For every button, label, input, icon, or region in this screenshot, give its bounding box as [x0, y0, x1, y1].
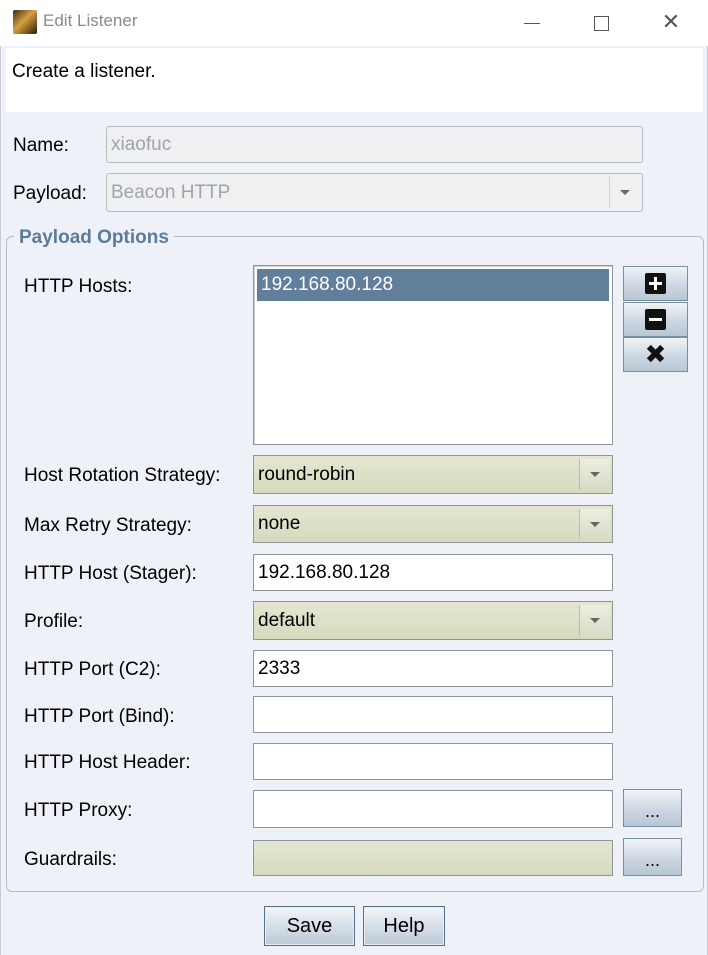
description-text: Create a listener. — [12, 61, 156, 82]
http-hosts-list[interactable]: 192.168.80.128 — [253, 265, 613, 445]
minimize-icon — [524, 22, 540, 24]
guardrails-config-button[interactable]: ... — [623, 838, 682, 876]
clear-icon: ✖ — [644, 339, 667, 370]
close-button[interactable]: ✕ — [636, 0, 706, 46]
profile-label: Profile: — [24, 611, 84, 632]
port-bind-field[interactable] — [253, 696, 613, 733]
help-button[interactable]: Help — [363, 906, 445, 946]
chevron-down-icon — [579, 509, 610, 539]
port-c2-field[interactable]: 2333 — [253, 650, 613, 687]
host-rotation-label: Host Rotation Strategy: — [24, 465, 221, 486]
host-header-label: HTTP Host Header: — [24, 752, 191, 773]
proxy-config-button[interactable]: ... — [623, 789, 682, 827]
payload-options-title: Payload Options — [14, 227, 174, 249]
remove-host-button[interactable] — [623, 302, 688, 337]
clear-hosts-button[interactable]: ✖ — [623, 337, 688, 372]
payload-select-value: Beacon HTTP — [111, 181, 231, 203]
port-c2-label: HTTP Port (C2): — [24, 659, 161, 680]
chevron-down-icon — [579, 459, 610, 490]
guardrails-field[interactable] — [253, 840, 613, 876]
profile-select[interactable]: default — [253, 601, 613, 640]
save-button[interactable]: Save — [264, 906, 355, 946]
stager-label: HTTP Host (Stager): — [24, 563, 197, 584]
window-title: Edit Listener — [43, 11, 138, 30]
remove-icon — [645, 309, 666, 330]
maximize-button[interactable] — [566, 0, 636, 46]
chevron-down-icon — [609, 177, 640, 208]
list-item[interactable]: 192.168.80.128 — [257, 269, 609, 301]
add-icon — [645, 273, 666, 294]
chevron-down-icon — [579, 605, 610, 636]
host-rotation-select[interactable]: round-robin — [253, 455, 613, 494]
minimize-button[interactable] — [497, 0, 567, 46]
proxy-label: HTTP Proxy: — [24, 800, 133, 821]
max-retry-label: Max Retry Strategy: — [24, 515, 192, 536]
max-retry-value: none — [258, 513, 301, 534]
dialog-body: Create a listener. Name: xiaofuc Payload… — [0, 46, 708, 955]
name-field[interactable]: xiaofuc — [106, 126, 643, 163]
payload-select[interactable]: Beacon HTTP — [106, 173, 643, 212]
port-bind-label: HTTP Port (Bind): — [24, 706, 175, 727]
maximize-icon — [593, 15, 609, 31]
http-hosts-label: HTTP Hosts: — [24, 276, 133, 297]
add-host-button[interactable] — [623, 266, 688, 301]
description-panel: Create a listener. — [6, 48, 703, 112]
proxy-field[interactable] — [253, 790, 613, 828]
name-label: Name: — [13, 135, 69, 156]
close-icon: ✕ — [661, 10, 681, 35]
profile-value: default — [258, 609, 316, 631]
stager-field[interactable]: 192.168.80.128 — [253, 554, 613, 591]
host-rotation-value: round-robin — [258, 463, 356, 485]
max-retry-select[interactable]: none — [253, 505, 613, 543]
payload-label: Payload: — [13, 183, 87, 204]
host-header-field[interactable] — [253, 743, 613, 780]
guardrails-label: Guardrails: — [24, 849, 117, 870]
app-icon — [13, 10, 37, 34]
title-bar: Edit Listener ✕ — [0, 0, 708, 46]
